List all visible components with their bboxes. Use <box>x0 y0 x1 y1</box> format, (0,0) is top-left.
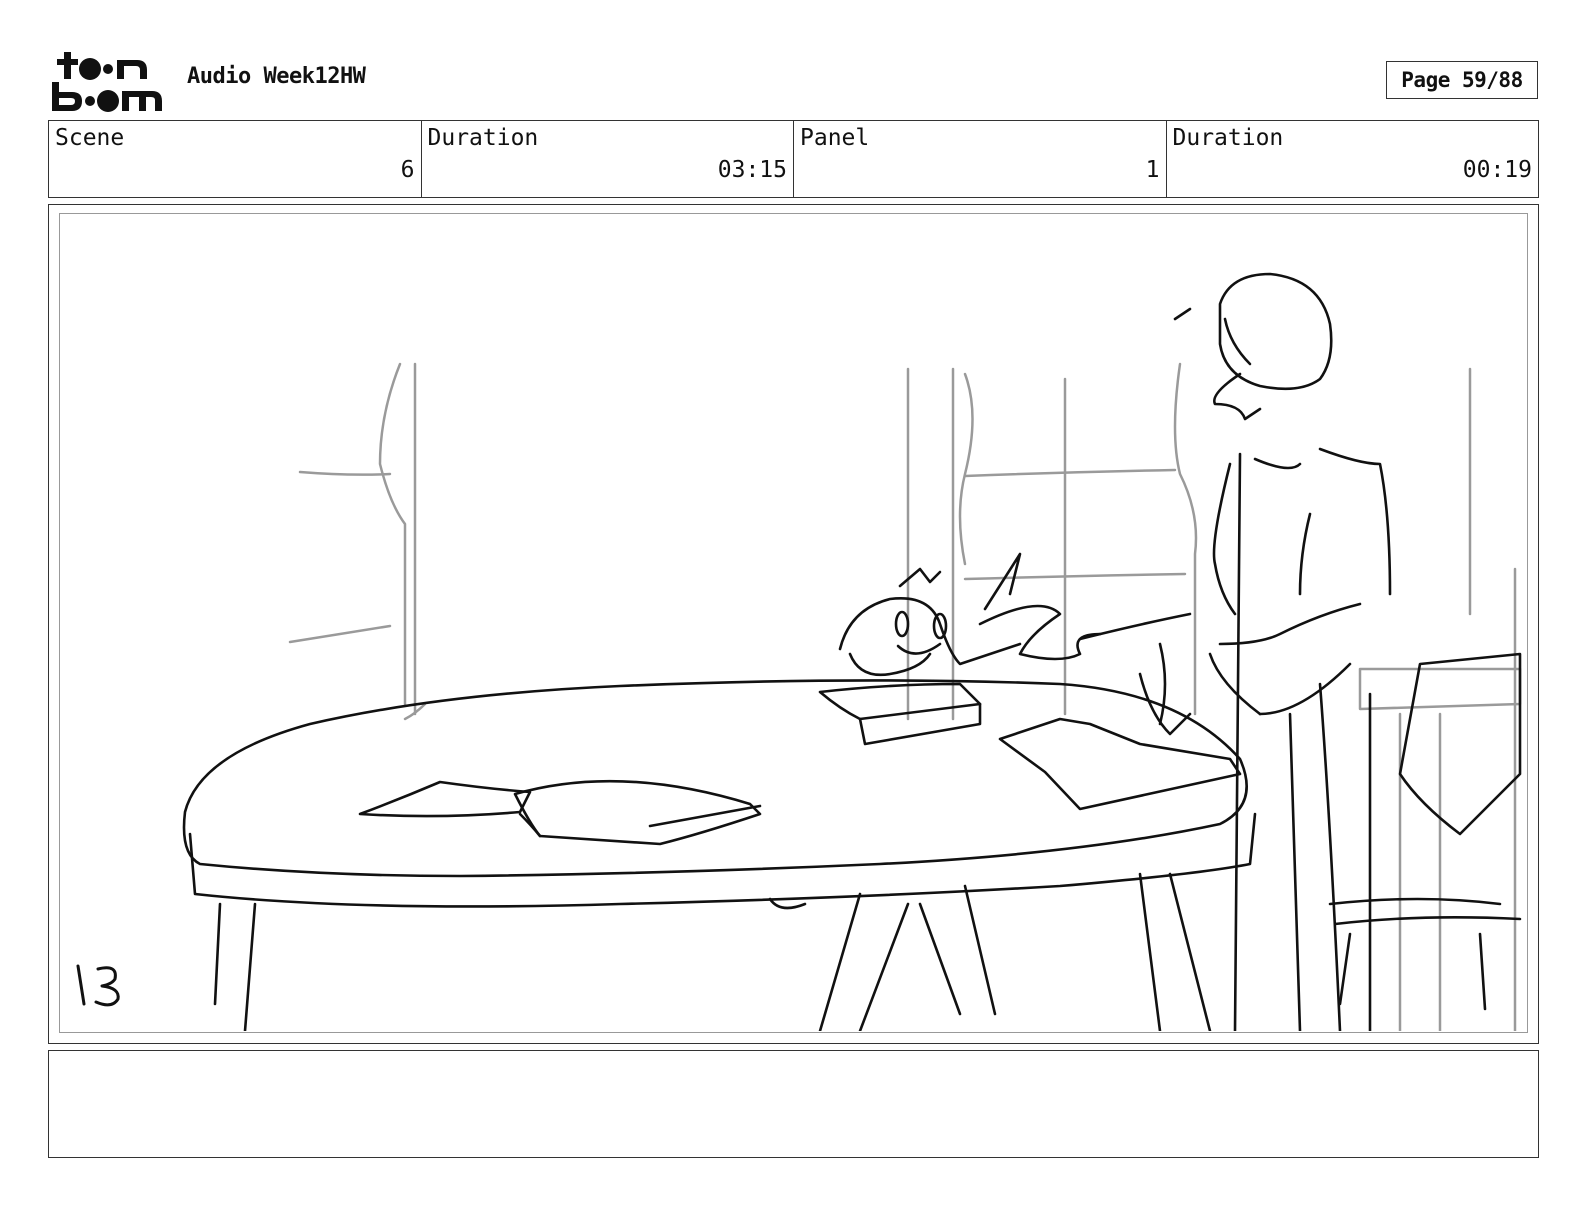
scene-duration-label: Duration <box>427 125 539 151</box>
scene-cell: Scene 6 <box>49 121 422 197</box>
toon-boom-logo <box>50 50 166 112</box>
scene-info-row: Scene 6 Duration 03:15 Panel 1 Duration … <box>48 120 1539 198</box>
document-title: Audio Week12HW <box>187 64 366 89</box>
scene-duration-cell: Duration 03:15 <box>422 121 794 197</box>
panel-value: 1 <box>1145 157 1160 183</box>
panel-duration-label: Duration <box>1172 125 1284 151</box>
scene-duration-value: 03:15 <box>717 157 787 183</box>
panel-duration-cell: Duration 00:19 <box>1167 121 1539 197</box>
page-counter: Page 59/88 <box>1386 61 1538 99</box>
panel-cell: Panel 1 <box>794 121 1167 197</box>
scene-label: Scene <box>55 125 125 151</box>
scene-value: 6 <box>400 157 415 183</box>
panel-label: Panel <box>800 125 870 151</box>
chair-sketch <box>1328 897 1502 906</box>
storyboard-panel-frame <box>48 204 1539 1044</box>
table-top <box>182 679 1248 878</box>
book-sketch <box>818 682 982 721</box>
paper-sketch <box>358 780 532 818</box>
panel-duration-value: 00:19 <box>1462 157 1532 183</box>
panel-notes-box <box>48 1050 1539 1158</box>
handwritten-panel-number-13 <box>76 964 120 1007</box>
storyboard-sketch <box>59 213 1528 1033</box>
person-head-sketch <box>1218 272 1333 391</box>
